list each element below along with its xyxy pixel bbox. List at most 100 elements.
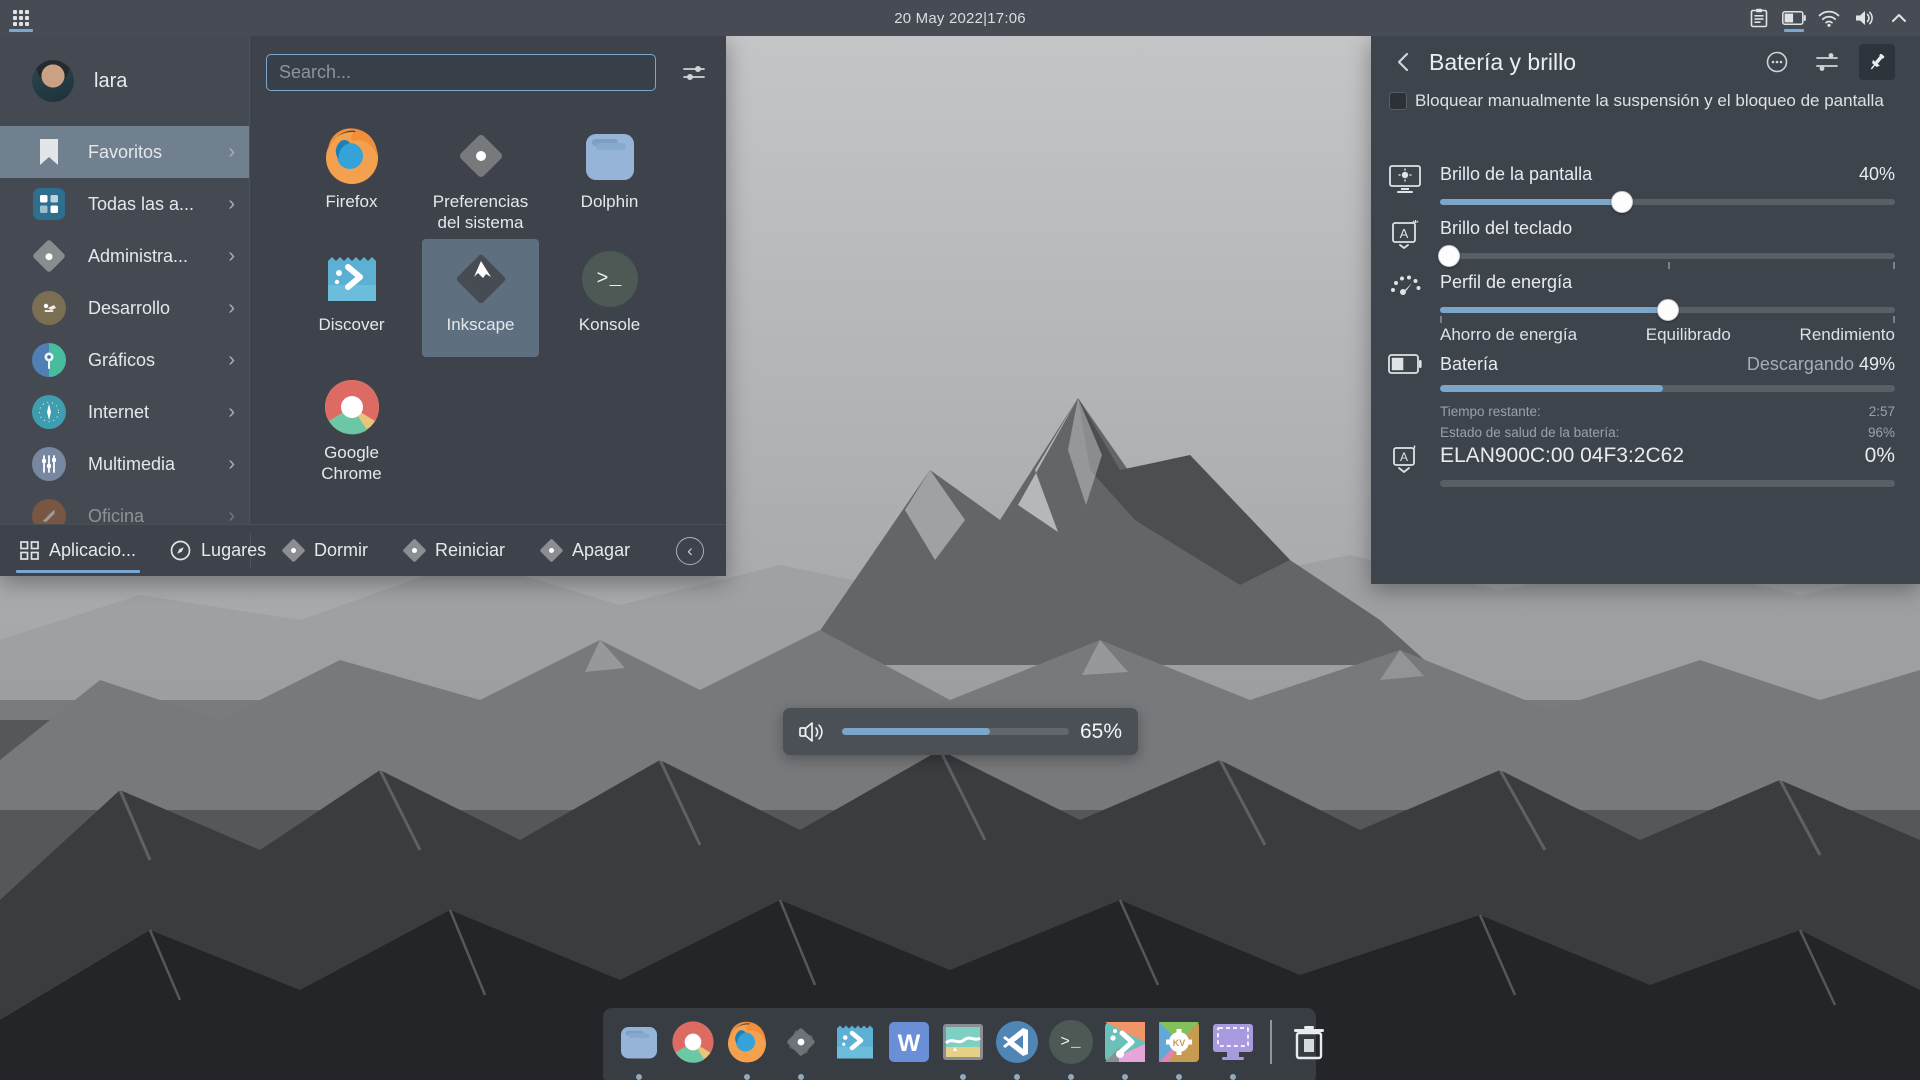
sidebar-item-desarrollo[interactable]: Desarrollo › bbox=[0, 282, 249, 334]
chevron-left-icon bbox=[1397, 52, 1409, 72]
power-profile-slider[interactable] bbox=[1440, 299, 1895, 321]
chevron-right-icon: › bbox=[228, 350, 235, 370]
power-profile-label: Perfil de energía bbox=[1440, 272, 1895, 293]
dock-item-trash[interactable] bbox=[1286, 1019, 1332, 1065]
discover-icon bbox=[320, 247, 384, 311]
screen-brightness-slider[interactable] bbox=[1440, 191, 1895, 213]
user-row[interactable]: lara bbox=[0, 36, 249, 126]
profile-option-equilibrado[interactable]: Equilibrado bbox=[1577, 325, 1800, 345]
sidebar-item-oficina[interactable]: Oficina › bbox=[0, 490, 249, 524]
gwenview-icon bbox=[942, 1021, 984, 1063]
restart-button[interactable]: Reiniciar bbox=[406, 540, 505, 561]
keyboard-brightness-label: Brillo del teclado bbox=[1440, 218, 1895, 239]
dock-item-vscode[interactable] bbox=[994, 1019, 1040, 1065]
administration-icon bbox=[32, 239, 66, 273]
sidebar-item-administracion[interactable]: Administra... › bbox=[0, 230, 249, 282]
battery-applet-active-indicator bbox=[1784, 29, 1804, 32]
dock-item-dolphin[interactable] bbox=[616, 1019, 662, 1065]
tab-lugares[interactable]: Lugares bbox=[166, 525, 270, 577]
dock-item-kvantum[interactable]: KV bbox=[1156, 1019, 1202, 1065]
slider-handle[interactable] bbox=[1438, 245, 1460, 267]
clock[interactable]: 20 May 2022|17:06 bbox=[0, 10, 1920, 27]
dock-item-gwenview[interactable] bbox=[940, 1019, 986, 1065]
dock-item-spectacle[interactable] bbox=[1210, 1019, 1256, 1065]
caret-up-icon[interactable] bbox=[1886, 2, 1912, 34]
application-launcher-popup: lara Favoritos › Todas las a... bbox=[0, 36, 726, 576]
back-button[interactable] bbox=[1391, 52, 1415, 72]
dock-item-konsole[interactable]: >_ bbox=[1048, 1019, 1094, 1065]
dock-item-system-settings[interactable] bbox=[778, 1019, 824, 1065]
keyboard-brightness-slider[interactable] bbox=[1440, 245, 1895, 267]
places-compass-icon bbox=[170, 540, 191, 561]
lock-suspend-label: Bloquear manualmente la suspensión y el … bbox=[1415, 91, 1884, 111]
app-tile-dolphin[interactable]: Dolphin bbox=[551, 116, 668, 234]
shutdown-button[interactable]: Apagar bbox=[543, 540, 630, 561]
sidebar-item-favoritos[interactable]: Favoritos › bbox=[0, 126, 249, 178]
battery-icon bbox=[1385, 354, 1425, 374]
chevron-right-icon: › bbox=[228, 454, 235, 474]
search-input[interactable] bbox=[266, 54, 656, 91]
launcher-sidebar: lara Favoritos › Todas las a... bbox=[0, 36, 250, 524]
system-settings-icon bbox=[449, 124, 513, 188]
panel-title: Batería y brillo bbox=[1429, 49, 1745, 76]
volume-icon[interactable] bbox=[1851, 2, 1877, 34]
battery-brightness-panel: Batería y brillo Bloquear manualmente la… bbox=[1371, 36, 1920, 584]
speedometer-icon bbox=[1385, 272, 1425, 298]
system-tray bbox=[1746, 0, 1912, 36]
word-w-icon: W bbox=[888, 1021, 930, 1063]
top-panel: 20 May 2022|17:06 bbox=[0, 0, 1920, 36]
configure-sliders-icon[interactable] bbox=[678, 57, 710, 89]
peripheral-label: ELAN900C:00 04F3:2C62 bbox=[1440, 444, 1865, 468]
internet-icon bbox=[32, 395, 66, 429]
profile-option-ahorro[interactable]: Ahorro de energía bbox=[1440, 325, 1577, 345]
sidebar-item-internet[interactable]: Internet › bbox=[0, 386, 249, 438]
konsole-icon: >_ bbox=[1049, 1020, 1093, 1064]
peripheral-battery-icon: A bbox=[1385, 444, 1425, 476]
screen-brightness-value: 40% bbox=[1859, 164, 1895, 185]
dock-item-google-chrome[interactable] bbox=[670, 1019, 716, 1065]
ellipsis-circle-icon[interactable] bbox=[1759, 44, 1795, 80]
sidebar-item-multimedia[interactable]: Multimedia › bbox=[0, 438, 249, 490]
clipboard-icon[interactable] bbox=[1746, 2, 1772, 34]
app-tile-konsole[interactable]: >_ Konsole bbox=[551, 239, 668, 357]
dock-item-word-w-app[interactable]: W bbox=[886, 1019, 932, 1065]
dolphin-icon bbox=[618, 1021, 660, 1063]
speaker-icon bbox=[799, 720, 826, 744]
app-tile-preferencias-del-sistema[interactable]: Preferencias del sistema bbox=[422, 116, 539, 234]
volume-osd: 65% bbox=[783, 708, 1138, 755]
keyboard-brightness-icon: A bbox=[1385, 218, 1425, 252]
spectacle-icon bbox=[1211, 1022, 1255, 1062]
tab-aplicaciones[interactable]: Aplicacio... bbox=[16, 525, 140, 577]
slider-handle[interactable] bbox=[1611, 191, 1633, 213]
sleep-icon bbox=[281, 538, 305, 562]
sidebar-item-todas-las-aplicaciones[interactable]: Todas las a... › bbox=[0, 178, 249, 230]
profile-option-rendimiento[interactable]: Rendimiento bbox=[1800, 325, 1895, 345]
konsole-icon: >_ bbox=[578, 247, 642, 311]
discover-icon bbox=[834, 1021, 876, 1063]
dock-item-discover[interactable] bbox=[832, 1019, 878, 1065]
system-settings-icon bbox=[779, 1020, 823, 1064]
bookmark-icon bbox=[32, 135, 66, 169]
sidebar-item-graficos[interactable]: Gráficos › bbox=[0, 334, 249, 386]
configure-sliders-icon[interactable] bbox=[1809, 44, 1845, 80]
dock-item-showfoto[interactable] bbox=[1102, 1019, 1148, 1065]
app-tile-firefox[interactable]: Firefox bbox=[293, 116, 410, 234]
slider-handle[interactable] bbox=[1657, 299, 1679, 321]
chevron-right-icon: › bbox=[228, 246, 235, 266]
app-tile-inkscape[interactable]: Inkscape bbox=[422, 239, 539, 357]
app-tile-google-chrome[interactable]: Google Chrome bbox=[293, 367, 410, 485]
avatar bbox=[32, 60, 74, 102]
firefox-icon bbox=[725, 1020, 769, 1064]
pin-icon[interactable] bbox=[1859, 44, 1895, 80]
trash-icon bbox=[1292, 1024, 1326, 1060]
sleep-button[interactable]: Dormir bbox=[285, 540, 368, 561]
all-apps-icon bbox=[32, 187, 66, 221]
wifi-icon[interactable] bbox=[1816, 2, 1842, 34]
chevron-left-circle-icon[interactable]: ‹ bbox=[676, 537, 704, 565]
lock-suspend-checkbox[interactable] bbox=[1389, 92, 1407, 110]
battery-icon[interactable] bbox=[1781, 2, 1807, 34]
app-tile-discover[interactable]: Discover bbox=[293, 239, 410, 357]
dock-item-firefox[interactable] bbox=[724, 1019, 770, 1065]
kvantum-icon: KV bbox=[1158, 1021, 1200, 1063]
monitor-brightness-icon bbox=[1385, 164, 1425, 194]
